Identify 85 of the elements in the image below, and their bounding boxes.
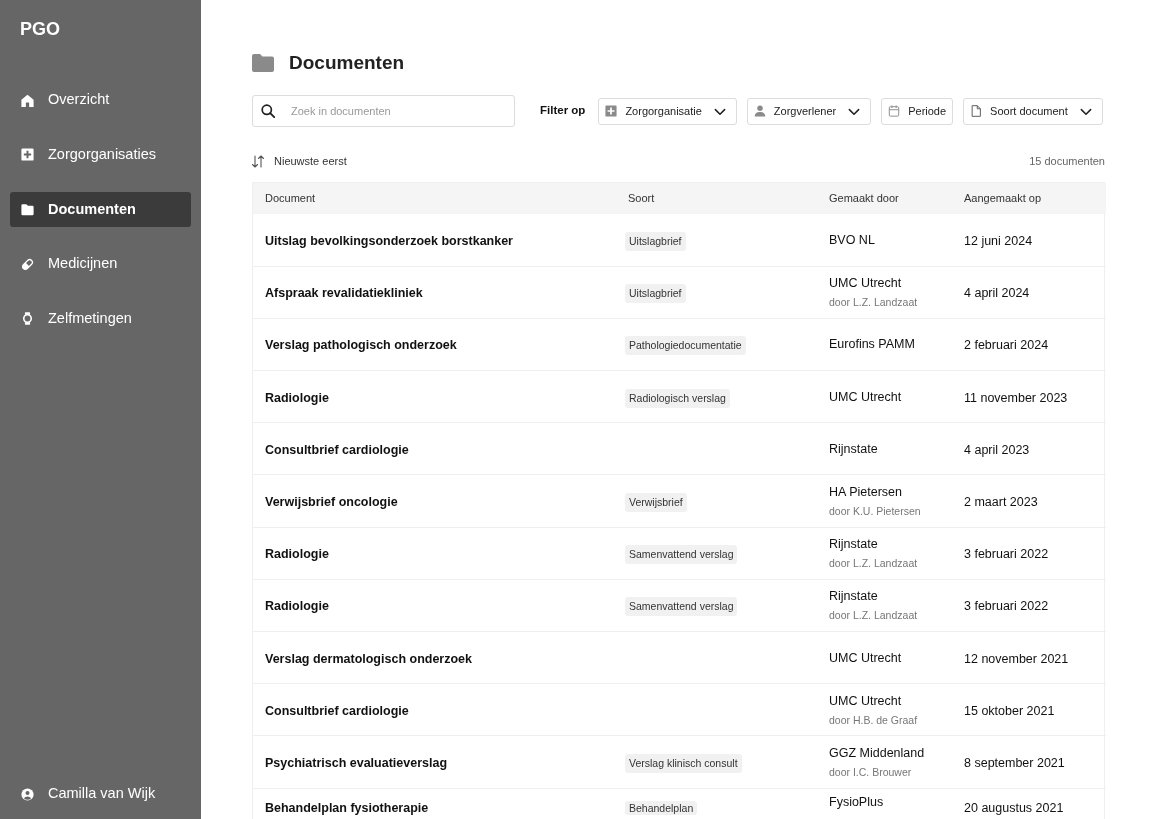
sidebar-nav-item[interactable]: Zorgorganisaties [10,137,191,173]
chevron-down-icon [848,106,861,116]
document-title[interactable]: Afspraak revalidatiekliniek [265,286,423,301]
date-text: 3 februari 2022 [964,599,1049,614]
document-title[interactable]: Consultbrief cardiologie [265,703,409,718]
document-title[interactable]: Verwijsbrief oncologie [265,495,398,510]
author-name: HA Pietersen [829,484,903,501]
author-name: BVO NL [829,231,876,248]
author-name: Eurofins PAMM [829,336,916,353]
sidebar-nav-item[interactable]: Medicijnen [10,246,191,282]
date-text: 3 februari 2022 [964,547,1049,562]
document-title[interactable]: Verslag dermatologisch onderzoek [265,651,472,666]
sort-button[interactable]: Nieuwste eerst [252,152,347,170]
watch-icon [21,312,34,326]
search-icon [261,104,275,118]
author-name: GGZ Middenland [829,744,926,761]
document-title[interactable]: Radiologie [265,599,329,614]
app-logo-text: PGO [20,19,60,39]
sidebar-nav-item[interactable]: Zelfmetingen [10,301,191,337]
filter-label: Filter op [540,103,586,119]
document-type-tag: Verslag klinisch consult [625,753,742,773]
document-type-tag: Samenvattend verslag [625,545,738,565]
filter-button[interactable]: Zorgorganisatie [598,97,737,125]
date-text: 2 februari 2024 [964,338,1049,353]
document-title[interactable]: Psychiatrisch evaluatieverslag [265,755,448,770]
date-text: 8 september 2021 [964,755,1065,770]
calendar-icon [888,105,901,117]
document-type-tag: Pathologiedocumentatie [625,336,746,356]
sort-icon [252,154,264,168]
document-title[interactable]: Verslag pathologisch onderzoek [265,338,457,353]
date-text: 12 november 2021 [964,651,1069,666]
date-text: 11 november 2023 [964,390,1068,405]
date-text: 2 maart 2023 [964,495,1038,510]
author-name: UMC Utrecht [829,692,903,709]
pill-icon [21,257,34,271]
author-detail: door L.Z. Landzaat [829,556,919,571]
search-field[interactable]: Zoek in documenten [252,95,515,127]
document-title[interactable]: Consultbrief cardiologie [265,442,409,457]
column-header: Soort [616,183,817,214]
author-detail: door L.Z. Landzaat [829,295,919,310]
page-title: Documenten [289,51,405,75]
folder-icon [21,202,34,216]
date-text: 12 juni 2024 [964,233,1033,248]
document-type-tag: Behandelplan [625,800,698,815]
column-header: Document [253,183,616,214]
filter-button[interactable]: Periode [881,97,954,125]
author-name: Rijnstate [829,536,879,553]
document-title[interactable]: Behandelplan fysiotherapie [265,800,429,815]
date-text: 4 april 2024 [964,286,1030,301]
document-count: 15 documenten [1029,153,1105,169]
document-type-tag: Radiologisch verslag [625,388,730,408]
filter-button[interactable]: Soort document [963,97,1103,125]
chevron-down-icon [1079,106,1092,116]
document-type-tag: Verwijsbrief [625,493,687,513]
author-detail: door I.C. Brouwer [829,764,913,779]
author-name: UMC Utrecht [829,649,903,666]
home-icon [21,93,34,107]
date-text: 20 augustus 2021 [964,800,1064,815]
sidebar-nav-item[interactable]: Documenten [10,191,191,227]
author-name: UMC Utrecht [829,388,903,405]
sidebar-nav-item[interactable]: Overzicht [10,82,191,118]
author-detail: door L.Z. Landzaat [829,608,919,623]
column-header: Aangemaakt op [952,183,1106,214]
document-icon [970,105,983,117]
document-title[interactable]: Radiologie [265,390,329,405]
document-title[interactable]: Uitslag bevolkingsonderzoek borstkanker [265,233,513,248]
document-title[interactable]: Radiologie [265,547,329,562]
author-name: Rijnstate [829,588,879,605]
document-type-tag: Uitslagbrief [625,284,686,304]
folder-icon [252,54,274,72]
person-icon [753,105,766,117]
document-type-tag: Samenvattend verslag [625,597,738,617]
column-header: Gemaakt door [817,183,952,214]
user-avatar-icon [21,787,34,801]
chevron-down-icon [713,106,726,116]
user-menu[interactable]: Camilla van Wijk [10,776,191,812]
filter-button[interactable]: Zorgverlener [746,97,872,125]
date-text: 15 oktober 2021 [964,703,1055,718]
date-text: 4 april 2023 [964,442,1030,457]
author-name: UMC Utrecht [829,275,903,292]
author-name: Rijnstate [829,440,879,457]
author-name: FysioPlus [829,793,885,810]
author-detail: door H.B. de Graaf [829,712,919,727]
document-type-tag: Uitslagbrief [625,231,686,251]
author-detail: door K.U. Pietersen [829,504,922,519]
